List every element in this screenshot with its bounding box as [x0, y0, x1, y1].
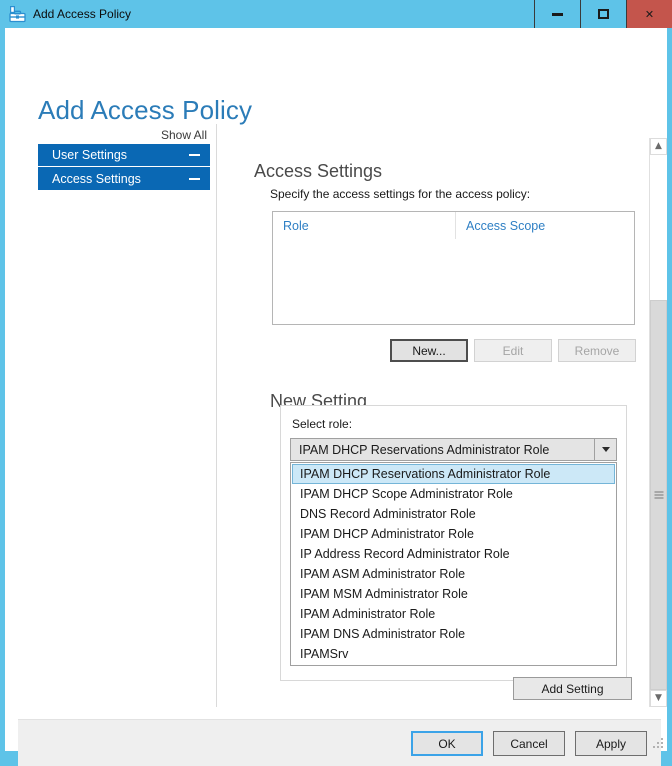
select-role-label: Select role: [292, 417, 353, 431]
role-option[interactable]: IPAM Administrator Role [292, 604, 615, 624]
role-combobox-value: IPAM DHCP Reservations Administrator Rol… [299, 442, 550, 457]
policy-toolbox-icon [9, 5, 27, 23]
column-header-access-scope[interactable]: Access Scope [456, 212, 634, 239]
sidebar-item-label: Access Settings [52, 171, 141, 186]
sidebar-item-user-settings[interactable]: User Settings [38, 144, 210, 167]
minimize-icon [552, 12, 563, 16]
scroll-up-button[interactable]: ▲ [650, 138, 667, 155]
maximize-icon [598, 9, 609, 19]
role-option[interactable]: DNS Record Administrator Role [292, 504, 615, 524]
close-icon: ✕ [644, 7, 655, 21]
panel-divider [216, 124, 217, 707]
role-combobox[interactable]: IPAM DHCP Reservations Administrator Rol… [290, 438, 617, 461]
chevron-down-icon[interactable] [594, 439, 616, 460]
add-setting-button[interactable]: Add Setting [513, 677, 632, 700]
scrollbar-thumb[interactable] [650, 300, 667, 690]
page-title: Add Access Policy [38, 95, 253, 126]
collapse-icon[interactable] [189, 177, 200, 180]
close-button[interactable]: ✕ [626, 0, 672, 28]
vertical-scrollbar[interactable]: ▲ ▼ [649, 138, 667, 707]
collapse-icon[interactable] [189, 154, 200, 156]
role-option[interactable]: IPAM DHCP Reservations Administrator Rol… [292, 464, 615, 484]
role-dropdown-list[interactable]: IPAM DHCP Reservations Administrator Rol… [290, 462, 617, 666]
column-header-role[interactable]: Role [273, 212, 456, 239]
title-bar[interactable]: Add Access Policy ✕ [0, 0, 672, 28]
grip-icon [654, 491, 663, 499]
settings-nav: User Settings Access Settings [38, 144, 210, 190]
role-option[interactable]: IPAMSrv [292, 644, 615, 664]
role-option[interactable]: IP Address Record Administrator Role [292, 544, 615, 564]
sidebar-item-access-settings[interactable]: Access Settings [38, 167, 210, 190]
remove-button: Remove [558, 339, 636, 362]
role-option[interactable]: IPAM DHCP Scope Administrator Role [292, 484, 615, 504]
table-action-buttons: New... Edit Remove [390, 339, 636, 362]
edit-button: Edit [474, 339, 552, 362]
dialog-window: Add Access Policy ✕ Add Access Policy Sh… [0, 0, 672, 766]
client-area: Add Access Policy Show All User Settings… [5, 28, 667, 766]
instruction-text: Specify the access settings for the acce… [270, 187, 531, 201]
table-body-empty[interactable] [273, 239, 634, 324]
window-title: Add Access Policy [33, 7, 132, 21]
footer-buttons: OK Cancel Apply [411, 731, 647, 756]
role-option[interactable]: IPAM ASM Administrator Role [292, 564, 615, 584]
chevron-up-icon: ▲ [655, 141, 662, 151]
show-all-link[interactable]: Show All [145, 128, 207, 142]
role-option[interactable]: IPAM DHCP Administrator Role [292, 524, 615, 544]
ok-button[interactable]: OK [411, 731, 483, 756]
scroll-down-button[interactable]: ▼ [650, 690, 667, 707]
access-settings-table[interactable]: Role Access Scope [272, 211, 635, 325]
section-heading-access-settings: Access Settings [254, 160, 383, 181]
role-option[interactable]: IPAM MSM Administrator Role [292, 584, 615, 604]
cancel-button[interactable]: Cancel [493, 731, 565, 756]
table-header-row: Role Access Scope [273, 212, 634, 239]
window-controls: ✕ [534, 0, 672, 28]
resize-grip-icon[interactable] [652, 737, 663, 748]
maximize-button[interactable] [580, 0, 626, 28]
minimize-button[interactable] [534, 0, 580, 28]
chevron-down-icon: ▼ [655, 693, 662, 703]
role-option[interactable]: IPAM DNS Administrator Role [292, 624, 615, 644]
apply-button[interactable]: Apply [575, 731, 647, 756]
sidebar-item-label: User Settings [52, 148, 128, 162]
new-button[interactable]: New... [390, 339, 468, 362]
dialog-footer: OK Cancel Apply [18, 719, 661, 766]
